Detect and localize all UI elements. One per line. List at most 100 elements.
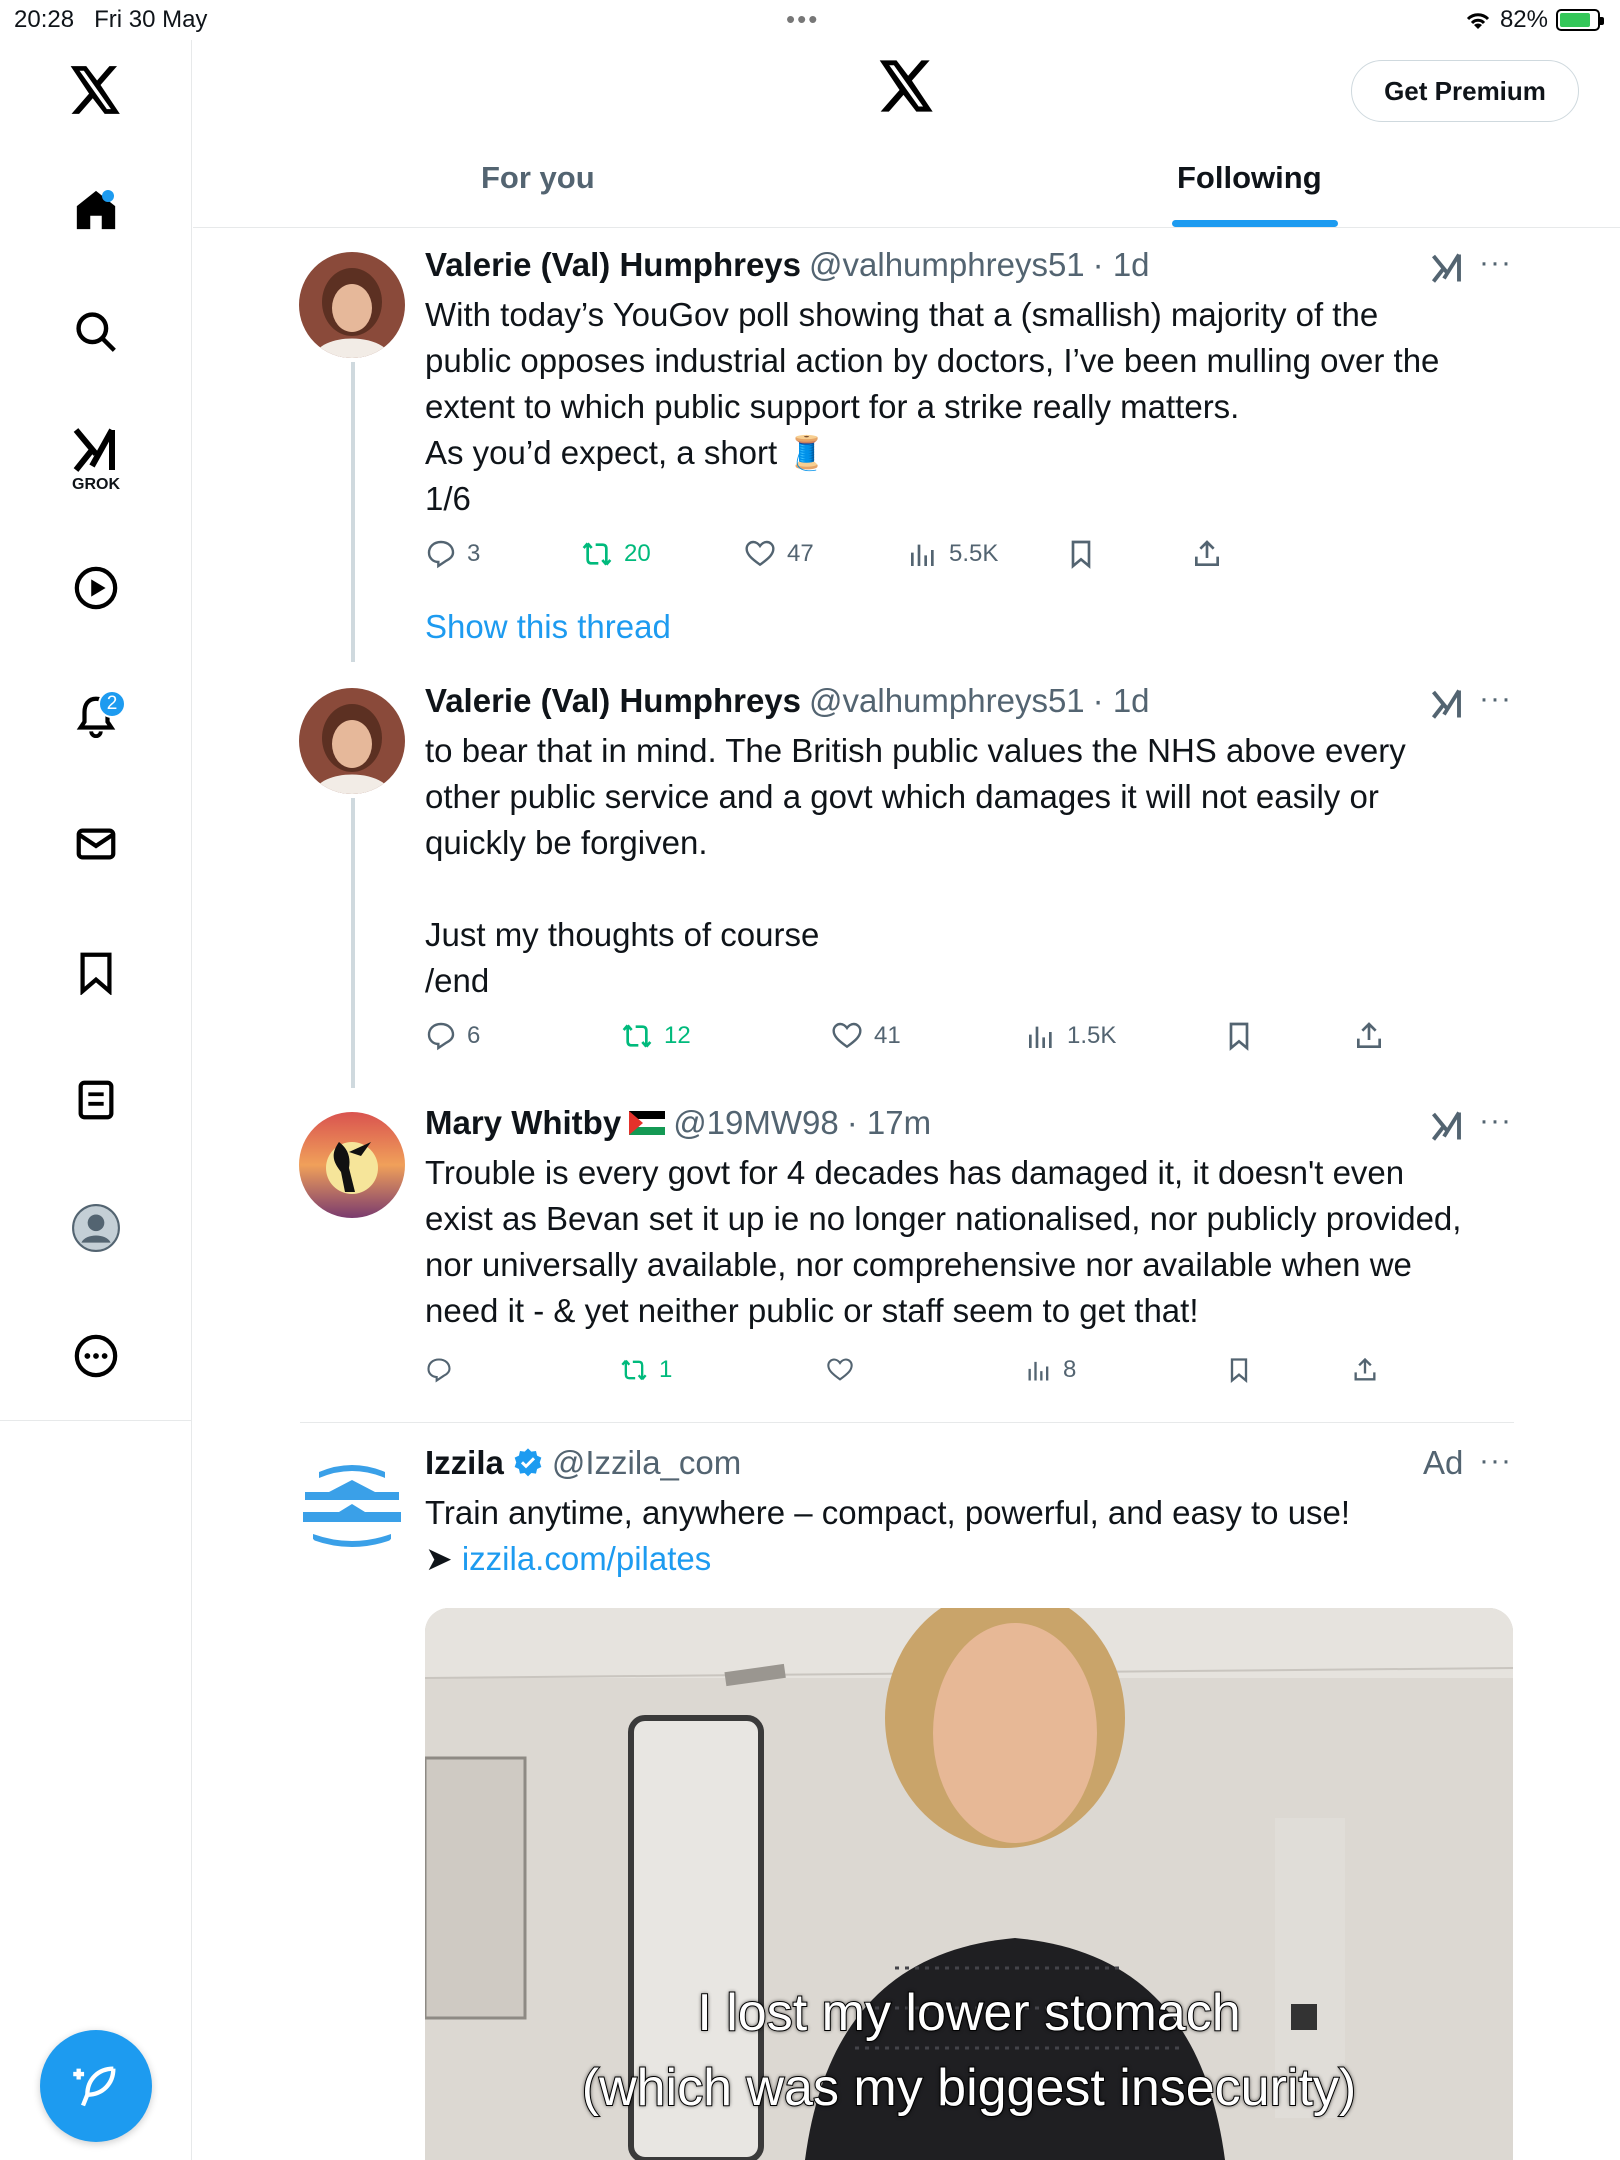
reply-button[interactable] xyxy=(425,1356,463,1384)
view-count: 5.5K xyxy=(949,540,999,567)
repost-button[interactable]: 12 xyxy=(620,1020,691,1052)
x-logo-icon[interactable] xyxy=(66,60,126,120)
author-handle[interactable]: @valhumphreys51 xyxy=(809,682,1085,720)
views-button[interactable]: 5.5K xyxy=(907,538,998,570)
like-button[interactable] xyxy=(825,1356,865,1384)
status-time: 20:28 Fri 30 May xyxy=(14,6,208,33)
bookmark-button[interactable] xyxy=(1223,1020,1255,1052)
more-options-icon[interactable] xyxy=(66,1326,126,1386)
ad-label: Ad xyxy=(1423,1444,1464,1481)
reply-button[interactable]: 6 xyxy=(425,1020,480,1052)
status-bar: 20:28 Fri 30 May ••• 82% xyxy=(0,0,1620,40)
tweet-text: to bear that in mind. The British public… xyxy=(425,728,1505,1004)
x-logo-icon[interactable] xyxy=(879,60,935,117)
repost-button[interactable]: 20 xyxy=(580,538,651,570)
author-name[interactable]: Izzila xyxy=(425,1444,504,1482)
tweet-time[interactable]: · 1d xyxy=(1093,682,1150,720)
bookmark-button[interactable] xyxy=(1225,1356,1253,1384)
avatar[interactable] xyxy=(299,688,405,794)
tweet-text: Trouble is every govt for 4 decades has … xyxy=(425,1150,1505,1334)
tweet-line: other public service and a govt which da… xyxy=(425,778,1379,815)
reply-button[interactable]: 3 xyxy=(425,538,480,570)
wifi-icon xyxy=(1466,13,1490,29)
tweet-line: nor universally available, nor comprehen… xyxy=(425,1246,1412,1283)
show-thread-link[interactable]: Show this thread xyxy=(425,608,671,646)
tab-following[interactable]: Following xyxy=(1177,160,1322,196)
tweet-line: quickly be forgiven. xyxy=(425,824,708,861)
tweet-line: need it - & yet neither public or staff … xyxy=(425,1292,1199,1329)
author-name[interactable]: Valerie (Val) Humphreys xyxy=(425,246,801,284)
reply-icon xyxy=(427,1022,455,1051)
more-icon[interactable]: ··· xyxy=(1479,682,1512,716)
notifications-badge: 2 xyxy=(98,690,126,718)
repost-icon xyxy=(622,1024,652,1048)
author-handle[interactable]: @19MW98 xyxy=(673,1104,839,1142)
tweet-line: public opposes industrial action by doct… xyxy=(425,342,1440,379)
share-button[interactable] xyxy=(1351,1356,1379,1384)
search-icon[interactable] xyxy=(66,302,126,362)
repost-button[interactable]: 1 xyxy=(619,1356,672,1384)
more-icon[interactable]: ··· xyxy=(1479,246,1512,280)
multitasking-dots[interactable]: ••• xyxy=(786,4,819,35)
view-count: 1.5K xyxy=(1067,1022,1117,1049)
home-icon[interactable] xyxy=(66,180,126,240)
tweet[interactable]: Valerie (Val) Humphreys @valhumphreys51 … xyxy=(193,664,1620,1088)
author-handle[interactable]: @Izzila_com xyxy=(552,1444,741,1482)
sidebar-divider xyxy=(0,1420,192,1421)
bookmark-icon xyxy=(1229,1022,1249,1051)
ad-video[interactable]: I lost my lower stomach (which was my bi… xyxy=(425,1608,1513,2160)
tweet-line: to bear that in mind. The British public… xyxy=(425,732,1406,769)
arrow-icon: ➤ xyxy=(425,1540,453,1577)
grok-icon[interactable] xyxy=(1429,1108,1465,1149)
avatar[interactable] xyxy=(299,252,405,358)
grok-icon[interactable] xyxy=(66,420,126,480)
like-button[interactable]: 41 xyxy=(830,1020,901,1052)
video-icon[interactable] xyxy=(66,558,126,618)
tweet[interactable]: Valerie (Val) Humphreys @valhumphreys51 … xyxy=(193,228,1620,662)
ad-text: Train anytime, anywhere – compact, power… xyxy=(425,1494,1351,1531)
views-button[interactable]: 1.5K xyxy=(1025,1020,1116,1052)
tab-for-you[interactable]: For you xyxy=(481,160,595,196)
bookmark-icon xyxy=(1230,1358,1248,1383)
get-premium-button[interactable]: Get Premium xyxy=(1351,60,1579,122)
author-name[interactable]: Mary Whitby xyxy=(425,1104,621,1142)
more-icon[interactable]: ··· xyxy=(1479,1444,1512,1478)
author-handle[interactable]: @valhumphreys51 xyxy=(809,246,1085,284)
lists-icon[interactable] xyxy=(66,1070,126,1130)
more-icon[interactable]: ··· xyxy=(1479,1104,1512,1138)
grok-label: GROK xyxy=(72,476,120,493)
tweet-time[interactable]: · 1d xyxy=(1093,246,1150,284)
tweet-time[interactable]: · 17m xyxy=(847,1104,931,1142)
like-button[interactable]: 47 xyxy=(743,538,814,570)
like-count: 41 xyxy=(874,1022,901,1049)
profile-avatar-icon[interactable] xyxy=(66,1198,126,1258)
video-caption-line: I lost my lower stomach xyxy=(696,1983,1241,2043)
ad-link[interactable]: izzila.com/pilates xyxy=(462,1540,711,1577)
home-unread-dot xyxy=(102,190,114,202)
tweet-divider xyxy=(300,1422,1514,1423)
battery-percent: 82% xyxy=(1499,6,1548,33)
grok-icon[interactable] xyxy=(1429,250,1465,291)
author-name[interactable]: Valerie (Val) Humphreys xyxy=(425,682,801,720)
repost-count: 12 xyxy=(664,1022,691,1049)
share-button[interactable] xyxy=(1191,538,1223,570)
avatar[interactable] xyxy=(299,1112,405,1218)
bookmark-button[interactable] xyxy=(1065,538,1097,570)
compose-post-button[interactable] xyxy=(40,2030,152,2142)
tweet-header: Valerie (Val) Humphreys @valhumphreys51 … xyxy=(425,246,1150,284)
tweet-line: exist as Bevan set it up ie no longer na… xyxy=(425,1200,1462,1237)
grok-icon[interactable] xyxy=(1429,686,1465,727)
tweet-header: Mary Whitby @19MW98 · 17m xyxy=(425,1104,931,1142)
heart-icon xyxy=(827,1358,853,1381)
share-icon xyxy=(1357,1022,1381,1048)
views-button[interactable]: 8 xyxy=(1025,1356,1076,1384)
tweet[interactable]: Mary Whitby @19MW98 · 17m ··· Trouble is… xyxy=(193,1090,1620,1420)
notifications-icon[interactable]: 2 xyxy=(66,686,126,746)
compose-feather-icon xyxy=(73,2066,116,2107)
tweet-line: 1/6 xyxy=(425,480,471,517)
view-count: 8 xyxy=(1063,1356,1077,1383)
messages-icon[interactable] xyxy=(66,814,126,874)
share-button[interactable] xyxy=(1353,1020,1385,1052)
avatar[interactable] xyxy=(299,1450,405,1556)
bookmarks-icon[interactable] xyxy=(66,942,126,1002)
